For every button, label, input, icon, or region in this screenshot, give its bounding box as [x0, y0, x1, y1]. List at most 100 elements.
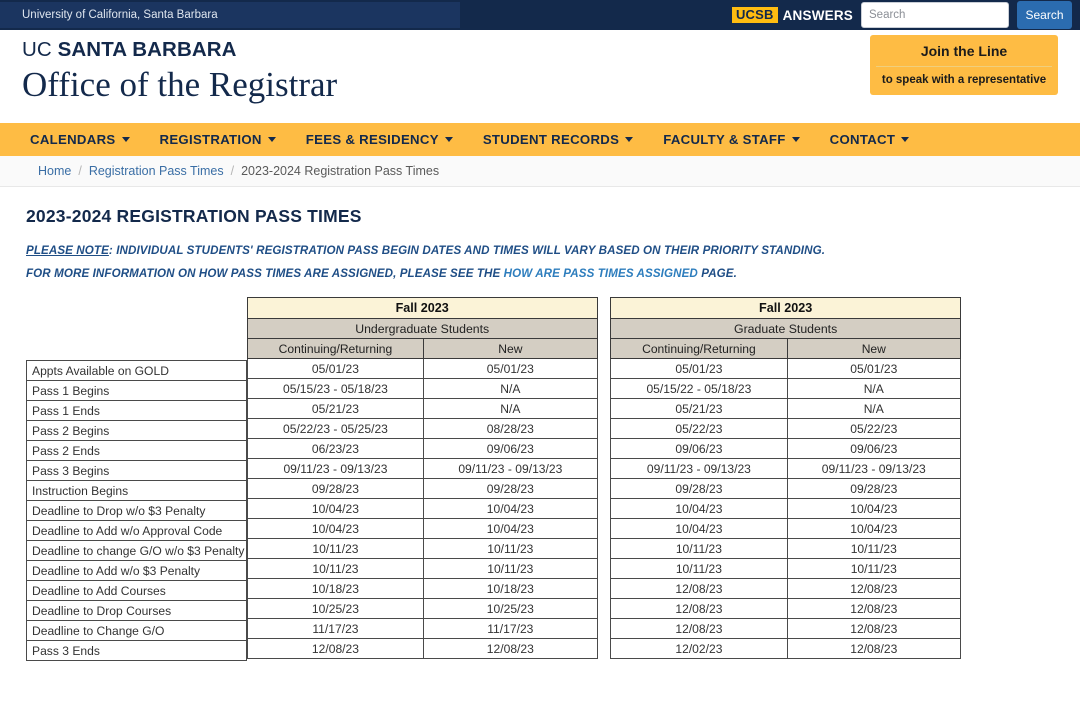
- cell-gr-continuing: 10/11/23: [610, 558, 788, 579]
- table-row: Deadline to Drop w/o $3 Penalty: [26, 500, 247, 521]
- row-label: Deadline to Drop Courses: [26, 600, 247, 621]
- undergraduate-header: Fall 2023 Undergraduate Students Continu…: [246, 297, 598, 359]
- breadcrumb: Home / Registration Pass Times / 2023-20…: [0, 156, 1080, 187]
- cell-ug-new: 08/28/23: [423, 418, 598, 439]
- cell-gr-new: 05/01/23: [786, 358, 962, 379]
- cell-gr-new: 09/28/23: [786, 478, 962, 499]
- cell-ug-new: 10/11/23: [423, 538, 598, 559]
- cell-ug-continuing: 10/04/23: [246, 518, 425, 539]
- group-header-undergraduate: Undergraduate Students: [246, 318, 598, 339]
- search-button[interactable]: Search: [1017, 1, 1072, 29]
- nav-item-fees-residency[interactable]: FEES & RESIDENCY: [306, 132, 453, 147]
- nav-item-contact[interactable]: CONTACT: [830, 132, 910, 147]
- cell-gr-continuing: 10/04/23: [610, 498, 788, 519]
- cell-ug-continuing: 10/18/23: [246, 578, 425, 599]
- table-row: Instruction Begins: [26, 480, 247, 501]
- cell-ug-continuing: 11/17/23: [246, 618, 425, 639]
- table-row: Deadline to Add w/o $3 Penalty: [26, 560, 247, 581]
- cell-ug-new: 09/11/23 - 09/13/23: [423, 458, 598, 479]
- cell-gr-continuing: 05/22/23: [610, 418, 788, 439]
- table-row: Deadline to Change G/O: [26, 620, 247, 641]
- search-input[interactable]: [861, 2, 1009, 28]
- table-row: Pass 3 Begins: [26, 460, 247, 481]
- cell-ug-continuing: 05/22/23 - 05/25/23: [246, 418, 425, 439]
- cell-ug-continuing: 12/08/23: [246, 638, 425, 659]
- term-band-row: Fall 2023: [610, 297, 962, 319]
- cell-ug-continuing: 09/28/23: [246, 478, 425, 499]
- row-label: Pass 1 Begins: [26, 380, 247, 401]
- breadcrumb-home[interactable]: Home: [38, 164, 71, 178]
- group-header-row: Graduate Students: [610, 318, 962, 339]
- ucsb-mark: UCSB: [731, 6, 778, 24]
- pass-times-info-post: PAGE.: [697, 267, 737, 280]
- wordmark-santa-barbara: SANTA BARBARA: [57, 38, 237, 61]
- column-header-ug-new: New: [423, 338, 598, 359]
- breadcrumb-registration-pass-times[interactable]: Registration Pass Times: [89, 164, 224, 178]
- table-row: 09/06/23 09/06/23: [610, 438, 962, 459]
- subheader-row: Continuing/Returning New: [610, 338, 962, 359]
- cell-gr-new: 09/06/23: [786, 438, 962, 459]
- table-row: Pass 1 Ends: [26, 400, 247, 421]
- main-content: 2023-2024 REGISTRATION PASS TIMES PLEASE…: [0, 187, 1080, 661]
- chevron-down-icon: [267, 137, 276, 142]
- page-title: 2023-2024 REGISTRATION PASS TIMES: [26, 206, 362, 226]
- nav-item-faculty-staff[interactable]: FACULTY & STAFF: [663, 132, 800, 147]
- cell-gr-new: N/A: [786, 398, 962, 419]
- table-row: 12/08/23 12/08/23: [610, 578, 962, 599]
- row-label: Pass 1 Ends: [26, 400, 247, 421]
- cell-ug-new: N/A: [423, 378, 598, 399]
- pass-times-info-pre: FOR MORE INFORMATION ON HOW PASS TIMES A…: [26, 267, 504, 280]
- cell-ug-continuing: 05/15/23 - 05/18/23: [246, 378, 425, 399]
- term-label: Fall 2023: [246, 297, 598, 319]
- table-row: 10/25/23 10/25/23: [246, 598, 598, 619]
- chevron-down-icon: [791, 137, 800, 142]
- nav-label-faculty-staff: FACULTY & STAFF: [663, 132, 786, 147]
- cell-ug-new: 05/01/23: [423, 358, 598, 379]
- join-the-line-button[interactable]: Join the Line to speak with a representa…: [870, 35, 1058, 95]
- cell-gr-continuing: 05/15/22 - 05/18/23: [610, 378, 788, 399]
- pass-times-table: Appts Available on GOLD Pass 1 Begins Pa…: [26, 297, 962, 661]
- table-row: 10/04/23 10/04/23: [246, 518, 598, 539]
- cell-ug-new: 09/28/23: [423, 478, 598, 499]
- cell-gr-new: 05/22/23: [786, 418, 962, 439]
- table-row: Deadline to change G/O w/o $3 Penalty: [26, 540, 247, 561]
- nav-item-calendars[interactable]: CALENDARS: [30, 132, 130, 147]
- table-row: Deadline to Add w/o Approval Code: [26, 520, 247, 541]
- university-name: University of California, Santa Barbara: [0, 2, 460, 28]
- graduate-group-table: Fall 2023 Graduate Students Continuing/R…: [610, 297, 962, 659]
- row-label: Instruction Begins: [26, 480, 247, 501]
- breadcrumb-current-page: 2023-2024 Registration Pass Times: [241, 164, 440, 178]
- breadcrumb-separator: /: [230, 164, 235, 178]
- row-label-column: Appts Available on GOLD Pass 1 Begins Pa…: [26, 360, 247, 661]
- row-label: Pass 2 Ends: [26, 440, 247, 461]
- join-the-line-title: Join the Line: [876, 43, 1052, 67]
- cell-gr-continuing: 10/04/23: [610, 518, 788, 539]
- table-row: 05/01/23 05/01/23: [246, 358, 598, 379]
- cell-gr-continuing: 09/06/23: [610, 438, 788, 459]
- nav-label-student-records: STUDENT RECORDS: [482, 132, 620, 147]
- table-row: Pass 2 Ends: [26, 440, 247, 461]
- nav-label-calendars: CALENDARS: [30, 132, 116, 147]
- nav-item-registration[interactable]: REGISTRATION: [160, 132, 276, 147]
- nav-item-student-records[interactable]: STUDENT RECORDS: [482, 132, 634, 147]
- how-are-pass-times-assigned-link[interactable]: HOW ARE PASS TIMES ASSIGNED: [504, 267, 698, 280]
- cell-gr-new: 12/08/23: [786, 618, 962, 639]
- cell-ug-continuing: 05/21/23: [246, 398, 425, 419]
- subheader-row: Continuing/Returning New: [246, 338, 598, 359]
- table-row: Deadline to Drop Courses: [26, 600, 247, 621]
- cell-gr-continuing: 12/08/23: [610, 578, 788, 599]
- wordmark-uc: UC: [22, 38, 58, 61]
- cell-gr-continuing: 05/21/23: [610, 398, 788, 419]
- table-row: 10/11/23 10/11/23: [610, 558, 962, 579]
- cell-gr-new: 09/11/23 - 09/13/23: [786, 458, 962, 479]
- graduate-body: 05/01/23 05/01/23 05/15/22 - 05/18/23 N/A …: [610, 358, 962, 659]
- cell-gr-new: 12/08/23: [786, 638, 962, 659]
- nav-label-contact: CONTACT: [829, 132, 896, 147]
- table-row: 05/22/23 - 05/25/23 08/28/23: [246, 418, 598, 439]
- cell-ug-new: 11/17/23: [423, 618, 598, 639]
- cell-ug-new: 09/06/23: [423, 438, 598, 459]
- ucsb-answers-logo[interactable]: UCSB ANSWERS: [731, 6, 853, 24]
- table-row: 10/11/23 10/11/23: [610, 538, 962, 559]
- cell-gr-new: 12/08/23: [786, 598, 962, 619]
- table-row: 05/21/23 N/A: [246, 398, 598, 419]
